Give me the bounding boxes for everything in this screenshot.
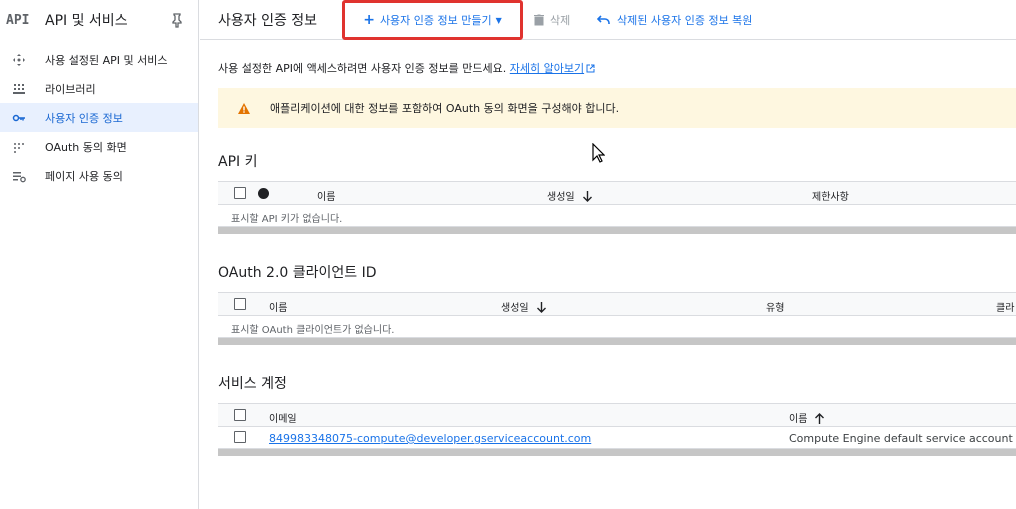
service-accounts-table-header: 이메일 이름 <box>218 403 1016 427</box>
table-row: 849983348075-compute@developer.gservicea… <box>218 427 1016 449</box>
pin-icon[interactable] <box>170 12 184 28</box>
sidebar-item-credentials[interactable]: 사용자 인증 정보 <box>0 103 198 132</box>
warning-icon <box>238 102 250 114</box>
oauth-clients-title: OAuth 2.0 클라이언트 ID <box>218 265 377 281</box>
select-all-checkbox[interactable] <box>234 409 246 421</box>
description-text: 사용 설정한 API에 액세스하려면 사용자 인증 정보를 만드세요. <box>218 62 507 75</box>
warning-text: 애플리케이션에 대한 정보를 포함하여 OAuth 동의 화면을 구성해야 합니… <box>270 102 620 115</box>
row-checkbox[interactable] <box>234 431 246 443</box>
learn-more-link[interactable]: 자세히 알아보기 <box>510 62 584 75</box>
mouse-cursor-icon <box>592 142 606 167</box>
key-icon <box>12 111 26 125</box>
credentials-description: 사용 설정한 API에 액세스하려면 사용자 인증 정보를 만드세요. 자세히 … <box>218 60 595 76</box>
toolbar: 사용자 인증 정보 + 사용자 인증 정보 만들기 ▼ 삭제 삭제된 사용자 인… <box>200 0 1016 40</box>
select-all-checkbox[interactable] <box>234 187 246 199</box>
column-restrictions[interactable]: 제한사항 <box>812 188 849 203</box>
sidebar-header: API API 및 서비스 <box>0 0 198 40</box>
column-name[interactable]: 이름 <box>269 299 287 314</box>
library-grid-icon <box>12 82 26 96</box>
sidebar-item-page-usage-agreement[interactable]: 페이지 사용 동의 <box>0 161 198 190</box>
column-service-name[interactable]: 이름 <box>789 410 825 425</box>
api-keys-table: 이름 생성일 제한사항 표시할 API 키가 없습니다. <box>218 181 1016 234</box>
diamond-arrows-icon <box>12 53 26 67</box>
external-link-icon <box>586 64 595 73</box>
arrow-up-icon <box>815 413 825 424</box>
empty-message: 표시할 OAuth 클라이언트가 없습니다. <box>231 325 395 336</box>
api-keys-title: API 키 <box>218 154 258 170</box>
caret-down-icon: ▼ <box>495 15 502 25</box>
sidebar-item-library[interactable]: 라이브러리 <box>0 74 198 103</box>
column-created[interactable]: 생성일 <box>547 188 592 203</box>
select-all-checkbox[interactable] <box>234 298 246 310</box>
undo-icon <box>597 15 610 24</box>
column-created-label: 생성일 <box>501 303 529 314</box>
service-accounts-title: 서비스 계정 <box>218 376 287 392</box>
arrow-down-icon <box>536 302 546 313</box>
sidebar-title: API 및 서비스 <box>45 13 128 29</box>
sidebar: API API 및 서비스 사용 설정된 API 및 서비스 라이브러리 사용자… <box>0 0 199 509</box>
oauth-warning-banner: 애플리케이션에 대한 정보를 포함하여 OAuth 동의 화면을 구성해야 합니… <box>218 88 1016 128</box>
column-service-name-label: 이름 <box>789 414 808 425</box>
create-credentials-button[interactable]: + 사용자 인증 정보 만들기 ▼ <box>342 0 523 40</box>
service-account-name: Compute Engine default service account <box>789 432 1013 445</box>
restore-deleted-credentials-button[interactable]: 삭제된 사용자 인증 정보 복원 <box>597 12 752 28</box>
column-email[interactable]: 이메일 <box>269 410 297 425</box>
sidebar-item-label: 사용 설정된 API 및 서비스 <box>45 53 168 67</box>
column-type[interactable]: 유형 <box>766 299 784 314</box>
trash-icon <box>534 14 544 26</box>
arrow-down-icon <box>582 191 592 202</box>
sidebar-item-label: 라이브러리 <box>45 82 96 96</box>
api-keys-table-header: 이름 생성일 제한사항 <box>218 181 1016 205</box>
status-dot-icon <box>258 188 269 199</box>
empty-message: 표시할 API 키가 없습니다. <box>231 214 343 225</box>
oauth-clients-table: 이름 생성일 유형 클라 표시할 OAuth 클라이언트가 없습니다. <box>218 292 1016 345</box>
sidebar-item-oauth-consent[interactable]: OAuth 동의 화면 <box>0 132 198 161</box>
sidebar-item-label: 사용자 인증 정보 <box>45 111 123 125</box>
sidebar-item-enabled-apis[interactable]: 사용 설정된 API 및 서비스 <box>0 45 198 74</box>
service-accounts-table: 이메일 이름 849983348075-compute@developer.gs… <box>218 403 1016 456</box>
column-created[interactable]: 생성일 <box>501 299 546 314</box>
horizontal-scrollbar[interactable] <box>218 338 1016 345</box>
column-name[interactable]: 이름 <box>317 188 335 203</box>
restore-label: 삭제된 사용자 인증 정보 복원 <box>617 14 753 27</box>
settings-list-icon <box>12 169 26 183</box>
horizontal-scrollbar[interactable] <box>218 449 1016 456</box>
service-account-email-link[interactable]: 849983348075-compute@developer.gservicea… <box>269 432 591 445</box>
delete-label: 삭제 <box>550 14 571 27</box>
column-created-label: 생성일 <box>547 192 575 203</box>
sidebar-item-label: OAuth 동의 화면 <box>45 140 127 154</box>
create-credentials-label: 사용자 인증 정보 만들기 <box>379 14 492 27</box>
table-row: 표시할 API 키가 없습니다. <box>218 205 1016 227</box>
api-logo: API <box>6 12 30 28</box>
table-row: 표시할 OAuth 클라이언트가 없습니다. <box>218 316 1016 338</box>
sidebar-nav: 사용 설정된 API 및 서비스 라이브러리 사용자 인증 정보 OAuth 동… <box>0 45 198 190</box>
oauth-table-header: 이름 생성일 유형 클라 <box>218 292 1016 316</box>
oauth-dots-icon <box>12 140 26 154</box>
plus-icon: + <box>363 12 375 28</box>
horizontal-scrollbar[interactable] <box>218 227 1016 234</box>
sidebar-item-label: 페이지 사용 동의 <box>45 169 123 183</box>
delete-button[interactable]: 삭제 <box>534 12 570 28</box>
column-client-id[interactable]: 클라 <box>996 299 1014 314</box>
page-title: 사용자 인증 정보 <box>218 12 318 29</box>
